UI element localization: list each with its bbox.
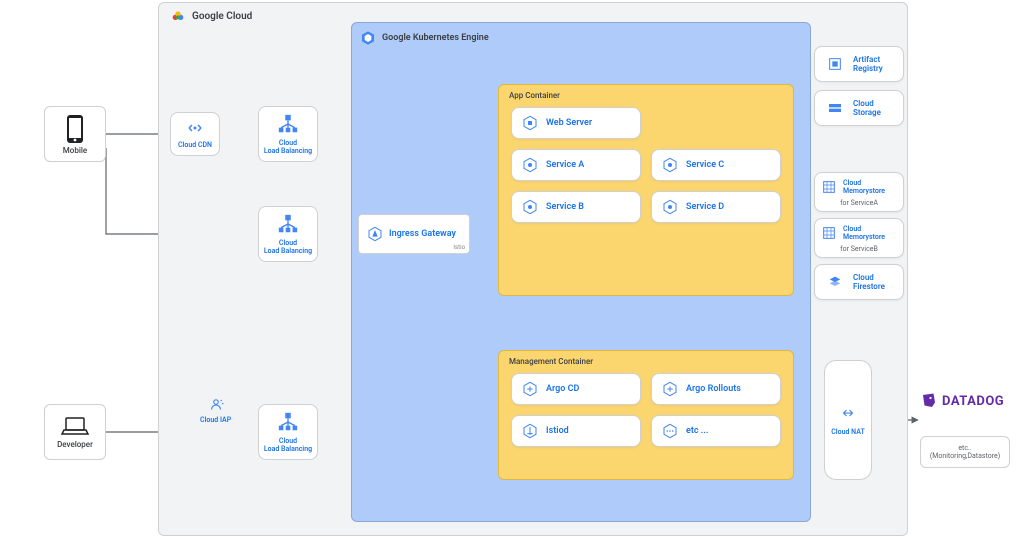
iap-icon: [207, 396, 225, 414]
ingress-sublabel: Istio: [453, 244, 465, 251]
side-memorystore-b: Cloud Memorystore for ServiceB: [814, 218, 904, 258]
service-a: Service A: [511, 149, 641, 181]
cloud-nat-icon: [839, 404, 857, 422]
gke-icon: [360, 30, 376, 46]
google-cloud-header: Google Cloud: [170, 8, 252, 24]
service-web-server: Web Server: [511, 107, 641, 139]
datadog-logo-icon: [920, 392, 938, 410]
side-firestore: Cloud Firestore: [814, 264, 904, 300]
app-container: App Container Web Server Service A Servi…: [498, 84, 794, 296]
google-cloud-logo-icon: [170, 8, 186, 24]
app-container-title: App Container: [509, 91, 560, 100]
cloud-iap-label: Cloud IAP: [200, 396, 231, 424]
actor-developer-label: Developer: [57, 440, 93, 449]
lb2-label: Cloud Load Balancing: [264, 239, 312, 255]
actor-mobile-label: Mobile: [63, 146, 87, 155]
service-etc: etc ...: [651, 415, 781, 447]
lb3-label: Cloud Load Balancing: [264, 437, 312, 453]
cdn-icon: [186, 119, 204, 137]
external-datadog: DATADOG: [920, 392, 1004, 410]
cdn-label: Cloud CDN: [178, 141, 212, 149]
node-load-balancer-2: Cloud Load Balancing: [258, 206, 318, 262]
service-icon: [522, 381, 538, 397]
laptop-icon: [60, 416, 90, 438]
service-icon: [522, 157, 538, 173]
service-b: Service B: [511, 191, 641, 223]
service-c: Service C: [651, 149, 781, 181]
gke-title: Google Kubernetes Engine: [382, 33, 489, 43]
load-balancer-icon: [277, 411, 299, 433]
side-memorystore-a: Cloud Memorystore for ServiceA: [814, 172, 904, 212]
side-artifact-registry: Artifact Registry: [814, 46, 904, 82]
node-cloud-cdn: Cloud CDN: [170, 112, 220, 156]
ingress-label: Ingress Gateway: [389, 229, 456, 239]
service-icon: [522, 199, 538, 215]
management-container: Management Container Argo CD Argo Rollou…: [498, 350, 794, 480]
node-load-balancer-1: Cloud Load Balancing: [258, 106, 318, 162]
load-balancer-icon: [277, 213, 299, 235]
service-icon: [522, 423, 538, 439]
gke-header: Google Kubernetes Engine: [360, 30, 489, 46]
service-argo-rollouts: Argo Rollouts: [651, 373, 781, 405]
istio-icon: [367, 226, 383, 242]
service-icon: [662, 381, 678, 397]
service-icon: [662, 157, 678, 173]
cloud-storage-icon: [825, 98, 845, 118]
mgmt-container-title: Management Container: [509, 357, 593, 366]
load-balancer-icon: [277, 113, 299, 135]
node-ingress-gateway: Ingress Gateway Istio: [358, 214, 470, 254]
side-cloud-storage: Cloud Storage: [814, 90, 904, 126]
service-icon: [662, 423, 678, 439]
service-istiod: Istiod: [511, 415, 641, 447]
node-load-balancer-3: Cloud Load Balancing: [258, 404, 318, 460]
memorystore-icon: [819, 223, 839, 243]
service-argo-cd: Argo CD: [511, 373, 641, 405]
mobile-device-icon: [64, 114, 86, 144]
lb1-label: Cloud Load Balancing: [264, 139, 312, 155]
memorystore-icon: [819, 177, 839, 197]
actor-mobile: Mobile: [44, 106, 106, 162]
artifact-registry-icon: [825, 54, 845, 74]
service-icon: [662, 199, 678, 215]
firestore-icon: [825, 272, 845, 292]
actor-developer: Developer: [44, 404, 106, 460]
service-d: Service D: [651, 191, 781, 223]
external-etc: etc.. (Monitoring,Datastore): [920, 436, 1010, 468]
service-icon: [522, 115, 538, 131]
node-cloud-nat: Cloud NAT: [824, 360, 872, 480]
google-cloud-title: Google Cloud: [192, 11, 252, 22]
